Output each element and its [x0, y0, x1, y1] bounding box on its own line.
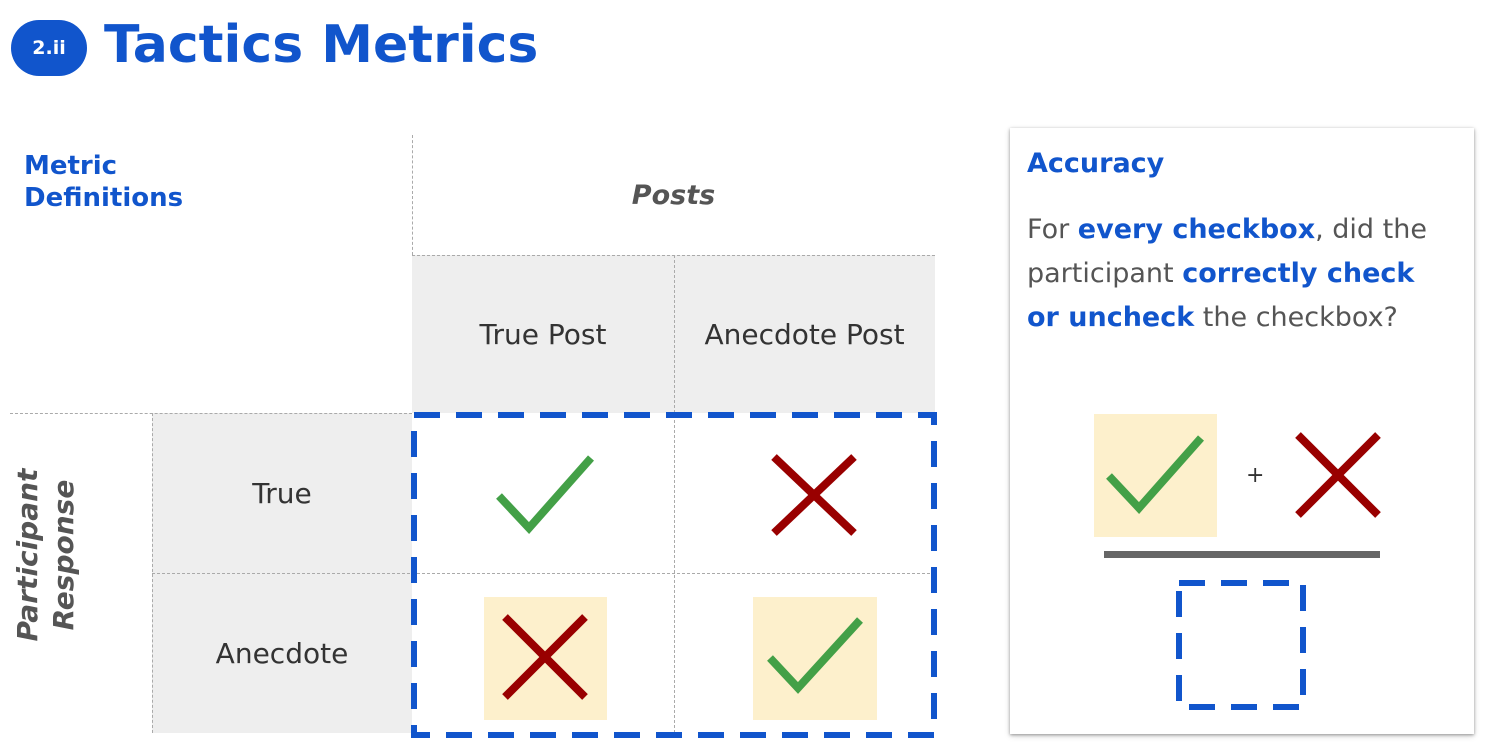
accuracy-scope-box	[411, 412, 937, 738]
fraction-bar	[1104, 551, 1380, 558]
grid-line	[10, 413, 412, 414]
posts-column-group-label: Posts	[631, 180, 716, 211]
accuracy-text-bold: every checkbox	[1077, 214, 1316, 245]
grid-line	[412, 135, 413, 255]
page-title: Tactics Metrics	[104, 15, 539, 75]
metric-definitions-label: Metric Definitions	[24, 151, 184, 213]
row-label-true: True	[252, 476, 312, 510]
participant-response-label: Participant Response	[11, 468, 80, 642]
accuracy-card: Accuracy For every checkbox, did the par…	[1010, 128, 1474, 734]
grid-line	[412, 255, 935, 256]
cross-icon	[1295, 432, 1381, 518]
accuracy-text-part: For	[1027, 214, 1078, 245]
plus-sign: +	[1246, 463, 1265, 488]
row-label-anecdote: Anecdote	[215, 636, 349, 670]
column-header-anecdote-post: Anecdote Post	[704, 317, 905, 351]
accuracy-description: For every checkbox, did the participant …	[1027, 208, 1447, 340]
check-icon	[1106, 435, 1204, 514]
column-header-true-post: True Post	[479, 317, 607, 351]
accuracy-text-part: the checkbox?	[1194, 302, 1398, 333]
denominator-dashed-box	[1176, 580, 1306, 710]
section-badge: 2.ii	[11, 20, 87, 76]
accuracy-title: Accuracy	[1027, 148, 1165, 179]
